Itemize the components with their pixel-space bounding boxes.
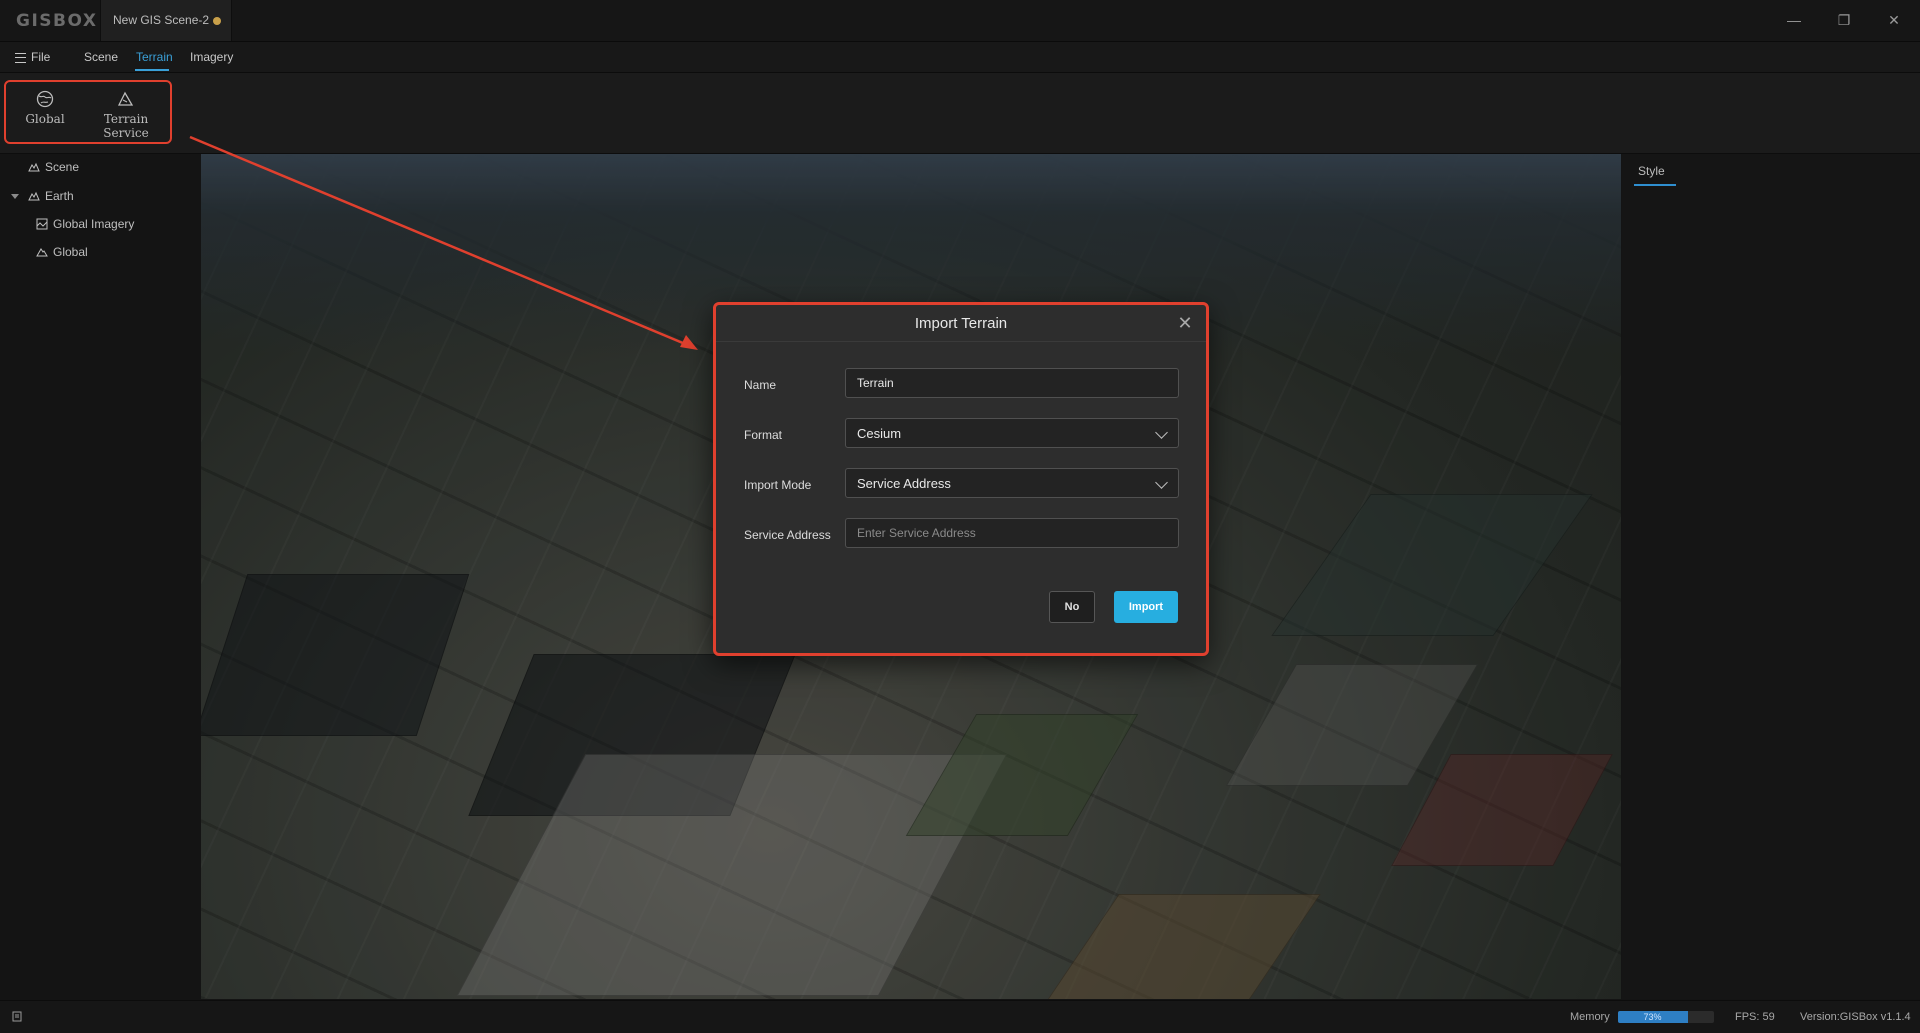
service-address-label: Service Address — [744, 528, 831, 542]
menu-terrain[interactable]: Terrain — [136, 50, 173, 64]
dialog-close-button[interactable]: ✕ — [1176, 314, 1194, 332]
restore-icon: ❐ — [1837, 11, 1851, 28]
fps-counter: FPS: 59 — [1735, 1011, 1775, 1023]
format-label: Format — [744, 428, 783, 442]
imagery-icon — [36, 218, 48, 230]
terrain-icon — [117, 91, 134, 106]
scene-tree-panel: Scene — [0, 154, 200, 999]
log-icon[interactable] — [12, 1011, 23, 1022]
title-bar: GISBOX New GIS Scene-2 — ❐ ✕ — [0, 0, 1920, 42]
service-address-field[interactable] — [845, 518, 1179, 548]
version-label: Version:GISBox v1.1.4 — [1800, 1011, 1911, 1023]
format-select[interactable]: Cesium — [845, 418, 1179, 448]
memory-label: Memory — [1570, 1011, 1610, 1023]
dialog-divider — [716, 341, 1206, 342]
terrain-service-label: Terrain Service — [103, 112, 149, 140]
close-window-button[interactable]: ✕ — [1881, 8, 1907, 32]
mountain-icon — [28, 191, 40, 201]
chevron-down-icon — [1155, 476, 1168, 489]
hamburger-icon[interactable] — [15, 53, 26, 63]
dialog-title: Import Terrain — [914, 315, 1008, 332]
document-tab-title: New GIS Scene-2 — [113, 13, 210, 27]
menu-imagery[interactable]: Imagery — [190, 50, 233, 64]
global-terrain-label: Global — [25, 112, 65, 126]
document-tab[interactable]: New GIS Scene-2 — [100, 0, 232, 41]
tree-item-label: Global Imagery — [53, 217, 135, 231]
import-button[interactable]: Import — [1114, 591, 1178, 623]
unsaved-indicator-icon — [213, 17, 221, 25]
no-button[interactable]: No — [1049, 591, 1095, 623]
expand-caret-icon[interactable] — [11, 194, 19, 199]
minimize-button[interactable]: — — [1781, 8, 1807, 32]
terrain-service-button[interactable]: Terrain Service — [84, 90, 168, 140]
tree-item-scene[interactable]: Scene — [28, 160, 79, 174]
memory-percent: 73% — [1643, 1012, 1662, 1022]
chevron-down-icon — [1155, 426, 1168, 439]
import-mode-value: Service Address — [857, 475, 951, 491]
menu-scene[interactable]: Scene — [84, 50, 118, 64]
globe-icon — [36, 90, 54, 108]
service-address-input[interactable] — [857, 526, 1157, 540]
tree-item-label: Global — [53, 245, 88, 259]
tree-item-label: Scene — [45, 160, 80, 174]
close-icon: ✕ — [1888, 11, 1900, 28]
import-terrain-dialog: Import Terrain ✕ Name Terrain Format Ces… — [713, 302, 1209, 656]
name-field[interactable]: Terrain — [845, 368, 1179, 398]
menu-bar: File Scene Terrain Imagery — [0, 42, 1920, 73]
tree-item-global-imagery[interactable]: Global Imagery — [36, 217, 134, 231]
minimize-icon: — — [1787, 12, 1801, 28]
properties-panel: Style — [1622, 154, 1920, 999]
tree-item-global[interactable]: Global — [36, 245, 88, 259]
menu-file[interactable]: File — [31, 50, 50, 64]
global-terrain-button[interactable]: Global — [20, 90, 70, 126]
name-label: Name — [744, 378, 777, 392]
app-logo: GISBOX — [16, 11, 98, 31]
active-tab-indicator — [1634, 184, 1676, 186]
mountain-icon — [28, 162, 40, 172]
memory-usage-bar: 73% — [1618, 1011, 1714, 1023]
import-mode-label: Import Mode — [744, 478, 812, 492]
active-tab-indicator — [135, 69, 169, 71]
restore-button[interactable]: ❐ — [1831, 8, 1857, 32]
format-value: Cesium — [857, 425, 902, 441]
ribbon-toolbar: Global Terrain Service — [0, 73, 1920, 154]
ribbon-highlight-box: Global Terrain Service — [4, 80, 172, 144]
close-icon: ✕ — [1177, 313, 1193, 333]
terrain-icon — [36, 248, 48, 257]
tree-item-label: Earth — [45, 189, 74, 203]
tab-style[interactable]: Style — [1638, 164, 1665, 178]
status-bar: Memory 73% FPS: 59 Version:GISBox v1.1.4 — [0, 1000, 1920, 1033]
import-mode-select[interactable]: Service Address — [845, 468, 1179, 498]
tree-item-earth[interactable]: Earth — [28, 189, 74, 203]
name-value: Terrain — [857, 376, 894, 390]
